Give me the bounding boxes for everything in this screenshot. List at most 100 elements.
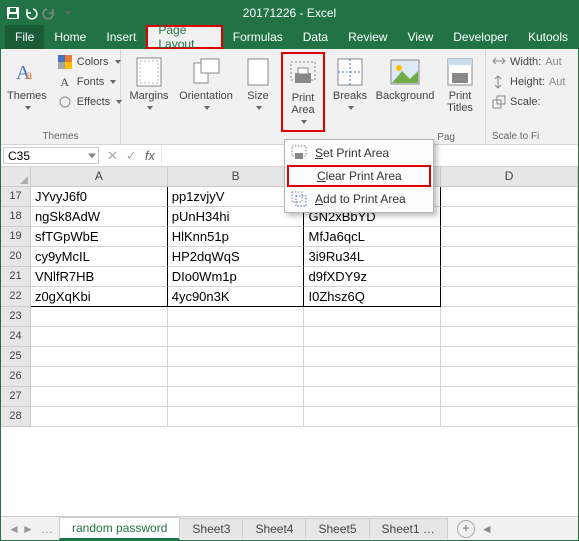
cell[interactable] — [168, 387, 305, 407]
row-header[interactable]: 21 — [1, 267, 31, 287]
scale-row[interactable]: Scale: — [492, 92, 565, 112]
cell[interactable] — [441, 247, 578, 267]
width-row[interactable]: Width:Aut — [492, 52, 565, 72]
row-header[interactable]: 18 — [1, 207, 31, 227]
themes-button[interactable]: Aa Themes — [5, 52, 49, 116]
tab-data[interactable]: Data — [293, 25, 338, 49]
cell[interactable]: MfJa6qcL — [304, 227, 441, 247]
menu-clear-print-area[interactable]: Clear Print Area — [287, 165, 431, 187]
cell[interactable] — [304, 347, 441, 367]
orientation-button[interactable]: Orientation — [177, 52, 235, 116]
cell[interactable] — [168, 307, 305, 327]
row-header[interactable]: 22 — [1, 287, 31, 307]
cell[interactable] — [441, 367, 578, 387]
sheet-nav-right-icon[interactable]: ◄ — [481, 522, 493, 536]
save-icon[interactable] — [5, 5, 21, 21]
colors-button[interactable]: Colors — [53, 52, 126, 72]
cell[interactable]: cy9yMcIL — [31, 247, 168, 267]
tab-view[interactable]: View — [397, 25, 443, 49]
cell[interactable]: z0gXqKbi — [31, 287, 168, 307]
row-header[interactable]: 20 — [1, 247, 31, 267]
sheet-tab-sheet1[interactable]: Sheet1 … — [369, 518, 448, 539]
cell[interactable]: I0Zhsz6Q — [304, 287, 441, 307]
cancel-icon[interactable]: ✕ — [107, 148, 118, 164]
tab-page-layout[interactable]: Page Layout — [146, 25, 222, 49]
sheet-nav-more[interactable]: … — [35, 522, 59, 536]
print-area-button[interactable]: Print Area — [281, 52, 325, 132]
cell[interactable]: d9fXDY9z — [304, 267, 441, 287]
cell[interactable] — [441, 207, 578, 227]
select-all-cell[interactable] — [1, 167, 31, 187]
cell[interactable] — [441, 347, 578, 367]
name-box-dropdown-icon[interactable] — [88, 153, 96, 158]
row-header[interactable]: 26 — [1, 367, 31, 387]
row-header[interactable]: 19 — [1, 227, 31, 247]
sheet-nav-prev-icon[interactable]: ◄ — [7, 522, 21, 536]
cell[interactable]: HP2dqWqS — [168, 247, 305, 267]
sheet-tab-sheet5[interactable]: Sheet5 — [305, 518, 369, 539]
col-header-d[interactable]: D — [441, 167, 578, 187]
fx-icon[interactable]: fx — [145, 148, 155, 163]
effects-button[interactable]: Effects — [53, 92, 126, 112]
qat-more-icon[interactable] — [59, 5, 75, 21]
cell[interactable] — [31, 347, 168, 367]
cell[interactable]: DIo0Wm1p — [168, 267, 305, 287]
tab-home[interactable]: Home — [44, 25, 96, 49]
redo-icon[interactable] — [41, 5, 57, 21]
cell[interactable]: JYvyJ6f0 — [31, 187, 168, 207]
enter-icon[interactable]: ✓ — [126, 148, 137, 164]
cell[interactable]: 3i9Ru34L — [304, 247, 441, 267]
cell[interactable] — [168, 367, 305, 387]
sheet-tab-random-password[interactable]: random password — [59, 517, 180, 540]
breaks-button[interactable]: Breaks — [329, 52, 371, 116]
sheet-tab-sheet3[interactable]: Sheet3 — [179, 518, 243, 539]
cell[interactable] — [304, 387, 441, 407]
cell[interactable] — [441, 327, 578, 347]
cell[interactable] — [304, 407, 441, 427]
cell[interactable] — [31, 307, 168, 327]
cell[interactable]: HlKnn51p — [168, 227, 305, 247]
cell[interactable] — [304, 367, 441, 387]
col-header-a[interactable]: A — [31, 167, 168, 187]
margins-button[interactable]: Margins — [125, 52, 173, 116]
cell[interactable]: VNlfR7HB — [31, 267, 168, 287]
tab-developer[interactable]: Developer — [443, 25, 518, 49]
row-header[interactable]: 27 — [1, 387, 31, 407]
cell[interactable] — [31, 387, 168, 407]
cell[interactable]: ngSk8AdW — [31, 207, 168, 227]
cell[interactable]: 4yc90n3K — [168, 287, 305, 307]
cell[interactable] — [168, 347, 305, 367]
undo-icon[interactable] — [23, 5, 39, 21]
cell[interactable] — [441, 287, 578, 307]
menu-add-to-print-area[interactable]: Add to Print Area — [285, 188, 433, 210]
cell[interactable] — [441, 267, 578, 287]
sheet-nav-next-icon[interactable]: ► — [21, 522, 35, 536]
cell[interactable] — [304, 307, 441, 327]
size-button[interactable]: Size — [239, 52, 277, 116]
row-header[interactable]: 24 — [1, 327, 31, 347]
cell[interactable] — [441, 227, 578, 247]
cell[interactable] — [304, 327, 441, 347]
cell[interactable] — [168, 407, 305, 427]
tab-kutools[interactable]: Kutools — [518, 25, 578, 49]
cell[interactable] — [441, 407, 578, 427]
cell[interactable] — [441, 307, 578, 327]
row-header[interactable]: 25 — [1, 347, 31, 367]
row-header[interactable]: 23 — [1, 307, 31, 327]
tab-file[interactable]: File — [5, 25, 44, 49]
row-header[interactable]: 28 — [1, 407, 31, 427]
tab-formulas[interactable]: Formulas — [223, 25, 293, 49]
menu-set-print-area[interactable]: Set Print Area — [285, 142, 433, 164]
cell[interactable] — [31, 367, 168, 387]
row-header[interactable]: 17 — [1, 187, 31, 207]
fonts-button[interactable]: AFonts — [53, 72, 126, 92]
cell[interactable] — [168, 327, 305, 347]
height-row[interactable]: Height:Aut — [492, 72, 565, 92]
background-button[interactable]: Background — [375, 52, 435, 104]
print-titles-button[interactable]: Print Titles — [439, 52, 481, 116]
tab-review[interactable]: Review — [338, 25, 397, 49]
cell[interactable] — [31, 327, 168, 347]
add-sheet-button[interactable]: + — [457, 520, 475, 538]
sheet-tab-sheet4[interactable]: Sheet4 — [242, 518, 306, 539]
cell[interactable]: sfTGpWbE — [31, 227, 168, 247]
